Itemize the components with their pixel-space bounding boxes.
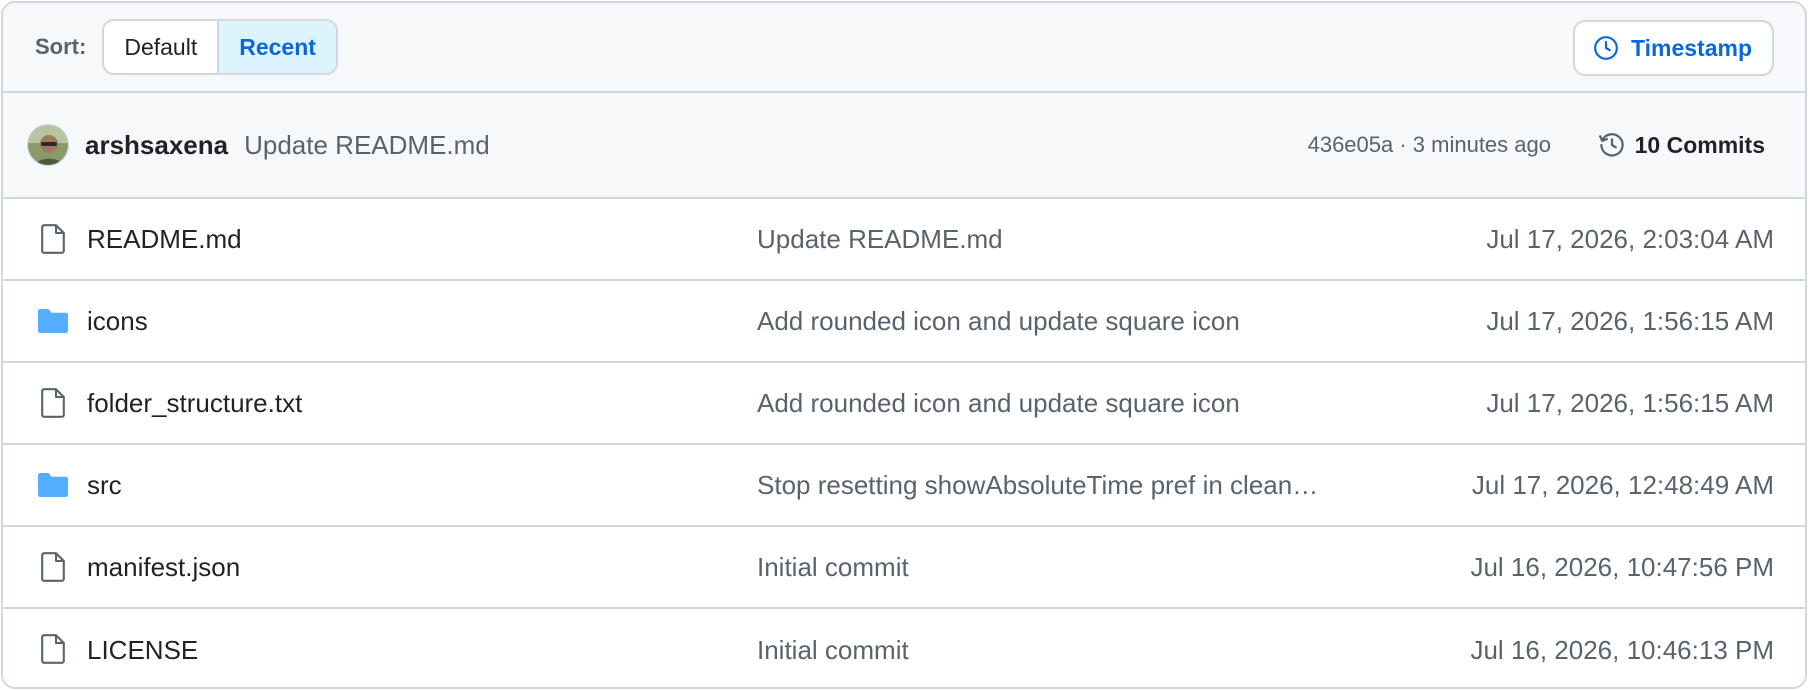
commits-history-link[interactable]: 10 Commits <box>1597 130 1765 160</box>
folder-row[interactable]: icons Add rounded icon and update square… <box>3 281 1805 363</box>
file-icon <box>41 634 65 664</box>
file-row[interactable]: folder_structure.txt Add rounded icon an… <box>3 363 1805 445</box>
timestamp-button[interactable]: Timestamp <box>1572 20 1774 76</box>
folder-icon <box>38 309 68 333</box>
file-commit-message[interactable]: Initial commit <box>757 635 1382 666</box>
file-name[interactable]: README.md <box>87 224 242 255</box>
folder-row[interactable]: src Stop resetting showAbsoluteTime pref… <box>3 445 1805 527</box>
file-icon <box>41 224 65 254</box>
file-commit-date: Jul 16, 2026, 10:47:56 PM <box>1470 551 1774 582</box>
sort-toolbar: Sort: Default Recent Timestamp <box>3 3 1805 93</box>
file-commit-message[interactable]: Add rounded icon and update square icon <box>757 388 1382 419</box>
file-row[interactable]: manifest.json Initial commit Jul 16, 202… <box>3 527 1805 609</box>
timestamp-button-label: Timestamp <box>1630 34 1752 61</box>
commit-message[interactable]: Update README.md <box>244 130 490 161</box>
file-commit-date: Jul 17, 2026, 1:56:15 AM <box>1486 305 1774 336</box>
file-commit-message[interactable]: Initial commit <box>757 552 1382 583</box>
file-name[interactable]: manifest.json <box>87 552 240 583</box>
file-commit-message[interactable]: Stop resetting showAbsoluteTime pref in … <box>757 470 1382 501</box>
file-browser: Sort: Default Recent Timestamp arshsaxen… <box>1 1 1807 689</box>
file-commit-message[interactable]: Update README.md <box>757 224 1382 255</box>
commits-count-label: 10 Commits <box>1634 131 1765 158</box>
file-list: README.md Update README.md Jul 17, 2026,… <box>3 199 1805 687</box>
commit-author[interactable]: arshsaxena <box>85 130 228 161</box>
sort-label: Sort: <box>35 34 87 59</box>
avatar[interactable] <box>27 124 69 166</box>
folder-icon <box>38 473 68 497</box>
file-icon <box>41 552 65 582</box>
sort-segmented-control: Default Recent <box>102 19 338 75</box>
file-icon <box>41 388 65 418</box>
latest-commit-bar: arshsaxena Update README.md 436e05a · 3 … <box>3 93 1805 199</box>
clock-icon <box>1594 36 1618 60</box>
file-name[interactable]: LICENSE <box>87 635 198 666</box>
sort-default-button[interactable]: Default <box>104 21 218 73</box>
file-commit-date: Jul 17, 2026, 12:48:49 AM <box>1471 469 1774 500</box>
folder-name[interactable]: icons <box>87 306 148 337</box>
folder-name[interactable]: src <box>87 470 122 501</box>
file-row[interactable]: README.md Update README.md Jul 17, 2026,… <box>3 199 1805 281</box>
sort-recent-button[interactable]: Recent <box>217 21 336 73</box>
file-row[interactable]: LICENSE Initial commit Jul 16, 2026, 10:… <box>3 609 1805 687</box>
file-commit-date: Jul 17, 2026, 2:03:04 AM <box>1486 223 1774 254</box>
file-commit-message[interactable]: Add rounded icon and update square icon <box>757 306 1382 337</box>
history-icon <box>1598 133 1624 157</box>
file-commit-date: Jul 16, 2026, 10:46:13 PM <box>1470 634 1774 665</box>
file-name[interactable]: folder_structure.txt <box>87 388 302 419</box>
commit-hash-and-time[interactable]: 436e05a · 3 minutes ago <box>1308 132 1551 158</box>
file-commit-date: Jul 17, 2026, 1:56:15 AM <box>1486 387 1774 418</box>
